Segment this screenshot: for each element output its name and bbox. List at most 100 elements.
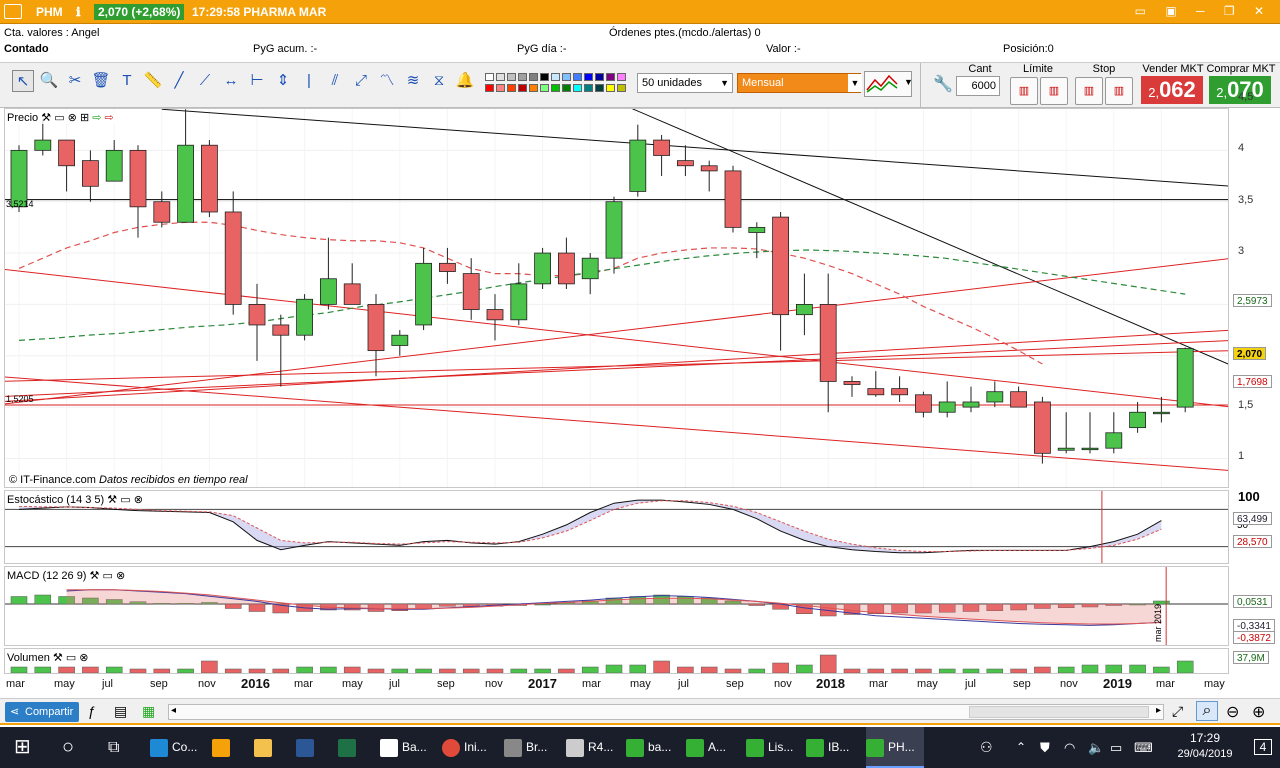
segment-icon[interactable]: ⊢ [246,70,268,92]
symbol-label[interactable]: PHM [36,5,63,19]
search-icon[interactable]: ○ [62,727,74,768]
color-swatch[interactable] [573,73,582,81]
cursor-icon[interactable]: ↖ [12,70,34,92]
taskbar-item[interactable]: Ba... [380,727,440,768]
clock-date[interactable]: 29/04/2019 [1162,748,1248,760]
macd-chart[interactable] [5,567,1229,646]
color-swatch[interactable] [595,84,604,92]
color-swatch[interactable] [595,73,604,81]
share-button[interactable]: ⋖ Compartir [5,702,79,722]
taskbar-item[interactable]: Lis... [746,727,804,768]
color-swatch[interactable] [551,73,560,81]
taskbar-item[interactable]: IB... [806,727,864,768]
scroll-right-icon[interactable]: ▸ [1156,705,1161,716]
keyboard-icon[interactable]: ⌨ [1134,727,1153,768]
layout-icon[interactable]: ▦ [142,703,155,720]
close-icon[interactable]: ⊗ [68,112,77,124]
taskbar-item[interactable]: ba... [626,727,684,768]
color-swatch[interactable] [529,84,538,92]
trash-icon[interactable]: 🗑 [90,70,112,92]
template-icon[interactable]: ▤ [114,703,127,720]
clock-time[interactable]: 17:29 [1170,731,1240,745]
sell-mkt-button[interactable]: 2,062 [1141,76,1203,104]
vline-icon[interactable]: | [298,70,320,92]
limit-sell-button[interactable]: ▥ [1040,77,1068,105]
wrench-icon[interactable]: ⚒ [90,570,100,582]
taskbar-item[interactable]: Co... [150,727,210,768]
scroll-thumb[interactable] [969,706,1149,718]
zoom-out-icon[interactable]: ⊖ [1226,702,1239,722]
wrench-icon[interactable]: 🔧 [933,74,953,94]
window-icon[interactable]: ▭ [120,494,130,506]
color-swatch[interactable] [551,84,560,92]
volume-chart[interactable] [5,649,1229,674]
color-swatch[interactable] [507,84,516,92]
color-swatch[interactable] [496,84,505,92]
zoom-in-icon[interactable]: ⊕ [1252,702,1265,722]
text-icon[interactable]: T [116,70,138,92]
alert-bell-icon[interactable]: 🔔 [454,70,476,92]
people-icon[interactable]: ⚇ [980,727,993,768]
stochastic-chart[interactable] [5,491,1229,564]
wrench-icon[interactable]: ⚒ [107,494,117,506]
color-swatch[interactable] [617,84,626,92]
pattern-icon[interactable]: ⧖ [428,70,450,92]
color-swatch[interactable] [606,84,615,92]
close-icon[interactable]: ⊗ [134,494,143,506]
settings-icon[interactable]: ✂ [64,70,86,92]
color-swatch[interactable] [540,84,549,92]
taskbar-item[interactable]: A... [686,727,744,768]
taskbar-item[interactable] [212,727,252,768]
notifications-icon[interactable]: 4 [1254,739,1272,755]
zoom-fit-icon[interactable]: ⌕ [1196,701,1218,721]
color-swatch[interactable] [518,73,527,81]
windows-start-icon[interactable]: ⊞ [14,727,31,768]
price-chart[interactable] [5,109,1229,488]
zigzag-icon[interactable]: 〽 [376,70,398,92]
vertical-icon[interactable]: ⇕ [272,70,294,92]
power-icon[interactable]: ▭ [1110,727,1122,768]
expand-icon[interactable]: ⤢ [350,70,372,92]
indicator-icon[interactable]: ƒ [88,703,96,719]
tray-up-icon[interactable]: ⌃ [1016,727,1026,768]
taskbar-item[interactable]: Ini... [442,727,502,768]
detach-icon[interactable]: ⇨ [105,112,114,124]
stop-sell-button[interactable]: ▥ [1105,77,1133,105]
stop-buy-button[interactable]: ▥ [1075,77,1103,105]
volume-icon[interactable]: 🔈 [1088,727,1104,768]
channel-icon[interactable]: ⫽ [324,70,346,92]
taskbar-item[interactable]: PH... [866,727,924,768]
taskbar-item[interactable] [254,727,294,768]
wave-icon[interactable]: ≋ [402,70,424,92]
taskbar-item[interactable]: R4... [566,727,624,768]
chart-type-arrow-icon[interactable]: ▼ [904,77,913,87]
color-swatch[interactable] [540,73,549,81]
cant-input[interactable] [956,76,1000,96]
maximize-icon[interactable]: ⊞ [80,112,89,124]
hamburger-icon[interactable] [4,4,22,19]
wrench-icon[interactable]: ⚒ [41,112,51,124]
window-controls[interactable]: ▭ ▣ ─ ❐ ✕ [1135,4,1272,18]
horizontal-icon[interactable]: ↔ [220,70,242,92]
close-icon[interactable]: ⊗ [79,652,88,664]
taskbar-item[interactable] [338,727,378,768]
color-swatch[interactable] [485,73,494,81]
defender-icon[interactable]: ⛊ [1040,727,1050,768]
window-icon[interactable]: ▭ [102,570,112,582]
wrench-icon[interactable]: ⚒ [53,652,63,664]
color-swatch[interactable] [518,84,527,92]
time-scrollbar[interactable]: ◂ ▸ [168,704,1164,720]
color-swatch[interactable] [496,73,505,81]
info-icon[interactable]: ℹ [76,5,81,19]
color-swatch[interactable] [562,84,571,92]
limit-buy-button[interactable]: ▥ [1010,77,1038,105]
export-icon[interactable]: ⇨ [92,112,101,124]
color-swatch[interactable] [606,73,615,81]
trendline-icon[interactable]: ╱ [168,70,190,92]
taskbar-item[interactable]: Br... [504,727,564,768]
window-icon[interactable]: ▭ [54,112,64,124]
units-select[interactable]: 50 unidades ▼ [637,73,733,93]
color-swatch[interactable] [485,84,494,92]
trendline2-icon[interactable]: ⟋ [194,70,216,92]
color-swatch[interactable] [562,73,571,81]
